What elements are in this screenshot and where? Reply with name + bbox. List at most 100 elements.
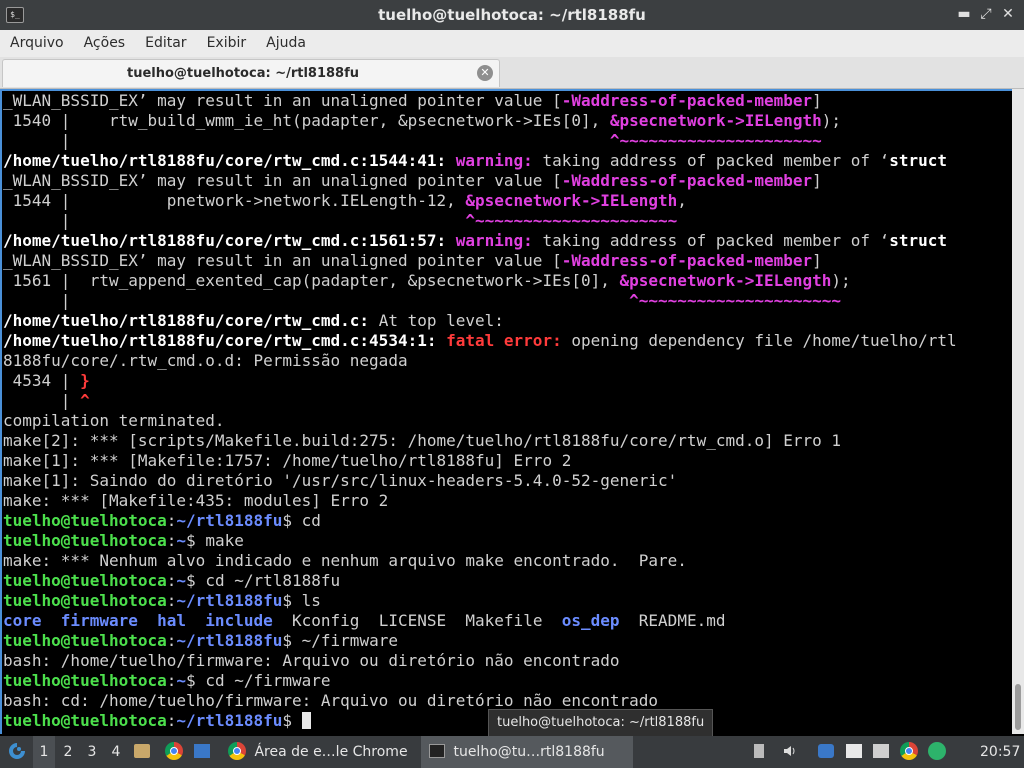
workspace-3[interactable]: 3 (81, 736, 103, 768)
menu-ajuda[interactable]: Ajuda (256, 30, 316, 57)
terminal-text: compilation terminated. (3, 411, 225, 430)
terminal-text: tuelho@tuelhotoca (3, 591, 167, 610)
terminal-text: struct (889, 151, 948, 170)
terminal-text: /home/tuelho/rtl8188fu/core/rtw_cmd.c:15… (3, 231, 456, 250)
terminal-line: | ^ (3, 391, 1012, 411)
terminal-text: Kconfig LICENSE Makefile (272, 611, 562, 630)
task-terminal[interactable]: tuelho@tu…rtl8188fu (421, 736, 633, 768)
terminal-text: ~ (176, 671, 187, 690)
terminal-line: tuelho@tuelhotoca:~/rtl8188fu$ cd (3, 511, 1012, 531)
close-icon[interactable]: ✕ (1000, 5, 1016, 23)
terminal-text: ] (812, 251, 822, 270)
chrome-icon (228, 742, 246, 760)
terminal-text: -Waddress-of-packed-member (561, 251, 813, 270)
terminal-text: fatal error: (446, 331, 572, 350)
terminal-view[interactable]: _WLAN_BSSID_EX’ may result in an unalign… (0, 89, 1012, 734)
terminal-text: firmware (60, 611, 138, 630)
terminal-text: 1540 | rtw_build_wmm_ie_ht(padapter, &ps… (3, 111, 610, 130)
terminal-text: : (166, 671, 177, 690)
terminal-text: &psecnetwork->IELength (465, 191, 678, 210)
terminal-text: -Waddress-of-packed-member (561, 91, 813, 110)
terminal-text: | (3, 391, 81, 410)
workspace-4[interactable]: 4 (105, 736, 127, 768)
terminal-text: ~/rtl8188fu (176, 511, 283, 530)
terminal-icon (429, 744, 445, 758)
task-chrome-label: Área de e…le Chrome (254, 744, 408, 760)
terminal-text: warning: (455, 151, 543, 170)
desktop-icon[interactable] (194, 736, 214, 768)
terminal-line: tuelho@tuelhotoca:~$ cd ~/firmware (3, 671, 1012, 691)
close-tab-icon[interactable]: ✕ (477, 65, 493, 81)
terminal-text: ); (821, 111, 842, 130)
terminal-line: make: *** Nenhum alvo indicado e nenhum … (3, 551, 1012, 571)
terminal-text: $ make (186, 531, 244, 550)
display-icon[interactable] (873, 736, 891, 768)
workspace-1[interactable]: 1 (33, 736, 55, 768)
maximize-icon[interactable]: ⤢ (978, 5, 994, 23)
terminal-text: ^~~~~~~~~~~~~~~~~~~~~~ (609, 131, 822, 150)
terminal-text: core (3, 611, 42, 630)
menu-arquivo[interactable]: Arquivo (0, 30, 74, 57)
volume-icon[interactable] (782, 736, 800, 768)
terminal-text: ~ (176, 531, 187, 550)
terminal-text: tuelho@tuelhotoca (3, 531, 167, 550)
terminal-line: make: *** [Makefile:435: modules] Erro 2 (3, 491, 1012, 511)
terminal-text: | (3, 211, 466, 230)
text-cursor (301, 712, 311, 729)
terminal-text: | (3, 131, 610, 150)
terminal-text: &psecnetwork->IELength (609, 111, 822, 130)
terminal-text: make[1]: *** [Makefile:1757: /home/tuelh… (3, 451, 572, 470)
terminal-text: make[1]: Saindo do diretório '/usr/src/l… (3, 471, 678, 490)
terminal-text: } (80, 371, 90, 390)
terminal-text: : (166, 531, 177, 550)
scrollbar[interactable] (1012, 89, 1024, 734)
network-icon[interactable] (928, 736, 948, 768)
terminal-text: make[2]: *** [scripts/Makefile.build:275… (3, 431, 842, 450)
terminal-text: : (166, 711, 177, 730)
terminal-text: : (166, 591, 177, 610)
terminal-line: compilation terminated. (3, 411, 1012, 431)
terminal-text: 4534 | (3, 371, 81, 390)
terminal-text: _WLAN_BSSID_EX’ may result in an unalign… (3, 251, 562, 270)
notification-icon[interactable] (818, 736, 836, 768)
terminal-line: make[2]: *** [scripts/Makefile.build:275… (3, 431, 1012, 451)
terminal-text: ~/rtl8188fu (176, 711, 283, 730)
terminal-line: /home/tuelho/rtl8188fu/core/rtw_cmd.c: A… (3, 311, 1012, 331)
terminal-line: | ^~~~~~~~~~~~~~~~~~~~~~ (3, 291, 1012, 311)
chrome-tray-icon[interactable] (900, 736, 920, 768)
window-titlebar[interactable]: $_ tuelho@tuelhotoca: ~/rtl8188fu ▬ ⤢ ✕ (0, 0, 1024, 30)
terminal-text: /home/tuelho/rtl8188fu/core/rtw_cmd.c:15… (3, 151, 456, 170)
terminal-text: 8188fu/core/.rtw_cmd.o.d: Permissão nega… (3, 351, 408, 370)
clipboard-icon[interactable] (846, 736, 864, 768)
battery-icon[interactable] (754, 736, 770, 768)
terminal-text: tuelho@tuelhotoca (3, 571, 167, 590)
terminal-line: core firmware hal include Kconfig LICENS… (3, 611, 1012, 631)
terminal-text: struct (889, 231, 948, 250)
terminal-line: tuelho@tuelhotoca:~$ cd ~/rtl8188fu (3, 571, 1012, 591)
menu-launcher-icon[interactable] (4, 736, 30, 768)
chrome-launcher-icon[interactable] (165, 736, 185, 768)
task-terminal-label: tuelho@tu…rtl8188fu (453, 744, 605, 760)
clock[interactable]: 20:57 (980, 736, 1020, 768)
tab-bar: tuelho@tuelhotoca: ~/rtl8188fu ✕ (0, 57, 1024, 89)
terminal-text: taking address of packed member of ‘ (542, 231, 890, 250)
menu-editar[interactable]: Editar (135, 30, 196, 57)
workspace-2[interactable]: 2 (57, 736, 79, 768)
terminal-text: ~/rtl8188fu (176, 631, 283, 650)
menu-acoes[interactable]: Ações (74, 30, 136, 57)
tab-terminal[interactable]: tuelho@tuelhotoca: ~/rtl8188fu ✕ (2, 59, 500, 87)
file-manager-icon[interactable] (134, 736, 154, 768)
terminal-text: ^ (80, 391, 90, 410)
terminal-text: tuelho@tuelhotoca (3, 511, 167, 530)
terminal-text: /home/tuelho/rtl8188fu/core/rtw_cmd.c: (3, 311, 379, 330)
task-chrome[interactable]: Área de e…le Chrome (220, 736, 432, 768)
scrollbar-thumb[interactable] (1015, 684, 1021, 730)
menu-exibir[interactable]: Exibir (197, 30, 257, 57)
terminal-text: os_dep (561, 611, 620, 630)
terminal-text: warning: (455, 231, 543, 250)
minimize-icon[interactable]: ▬ (956, 5, 972, 23)
terminal-text: : (166, 571, 177, 590)
terminal-text: _WLAN_BSSID_EX’ may result in an unalign… (3, 91, 562, 110)
